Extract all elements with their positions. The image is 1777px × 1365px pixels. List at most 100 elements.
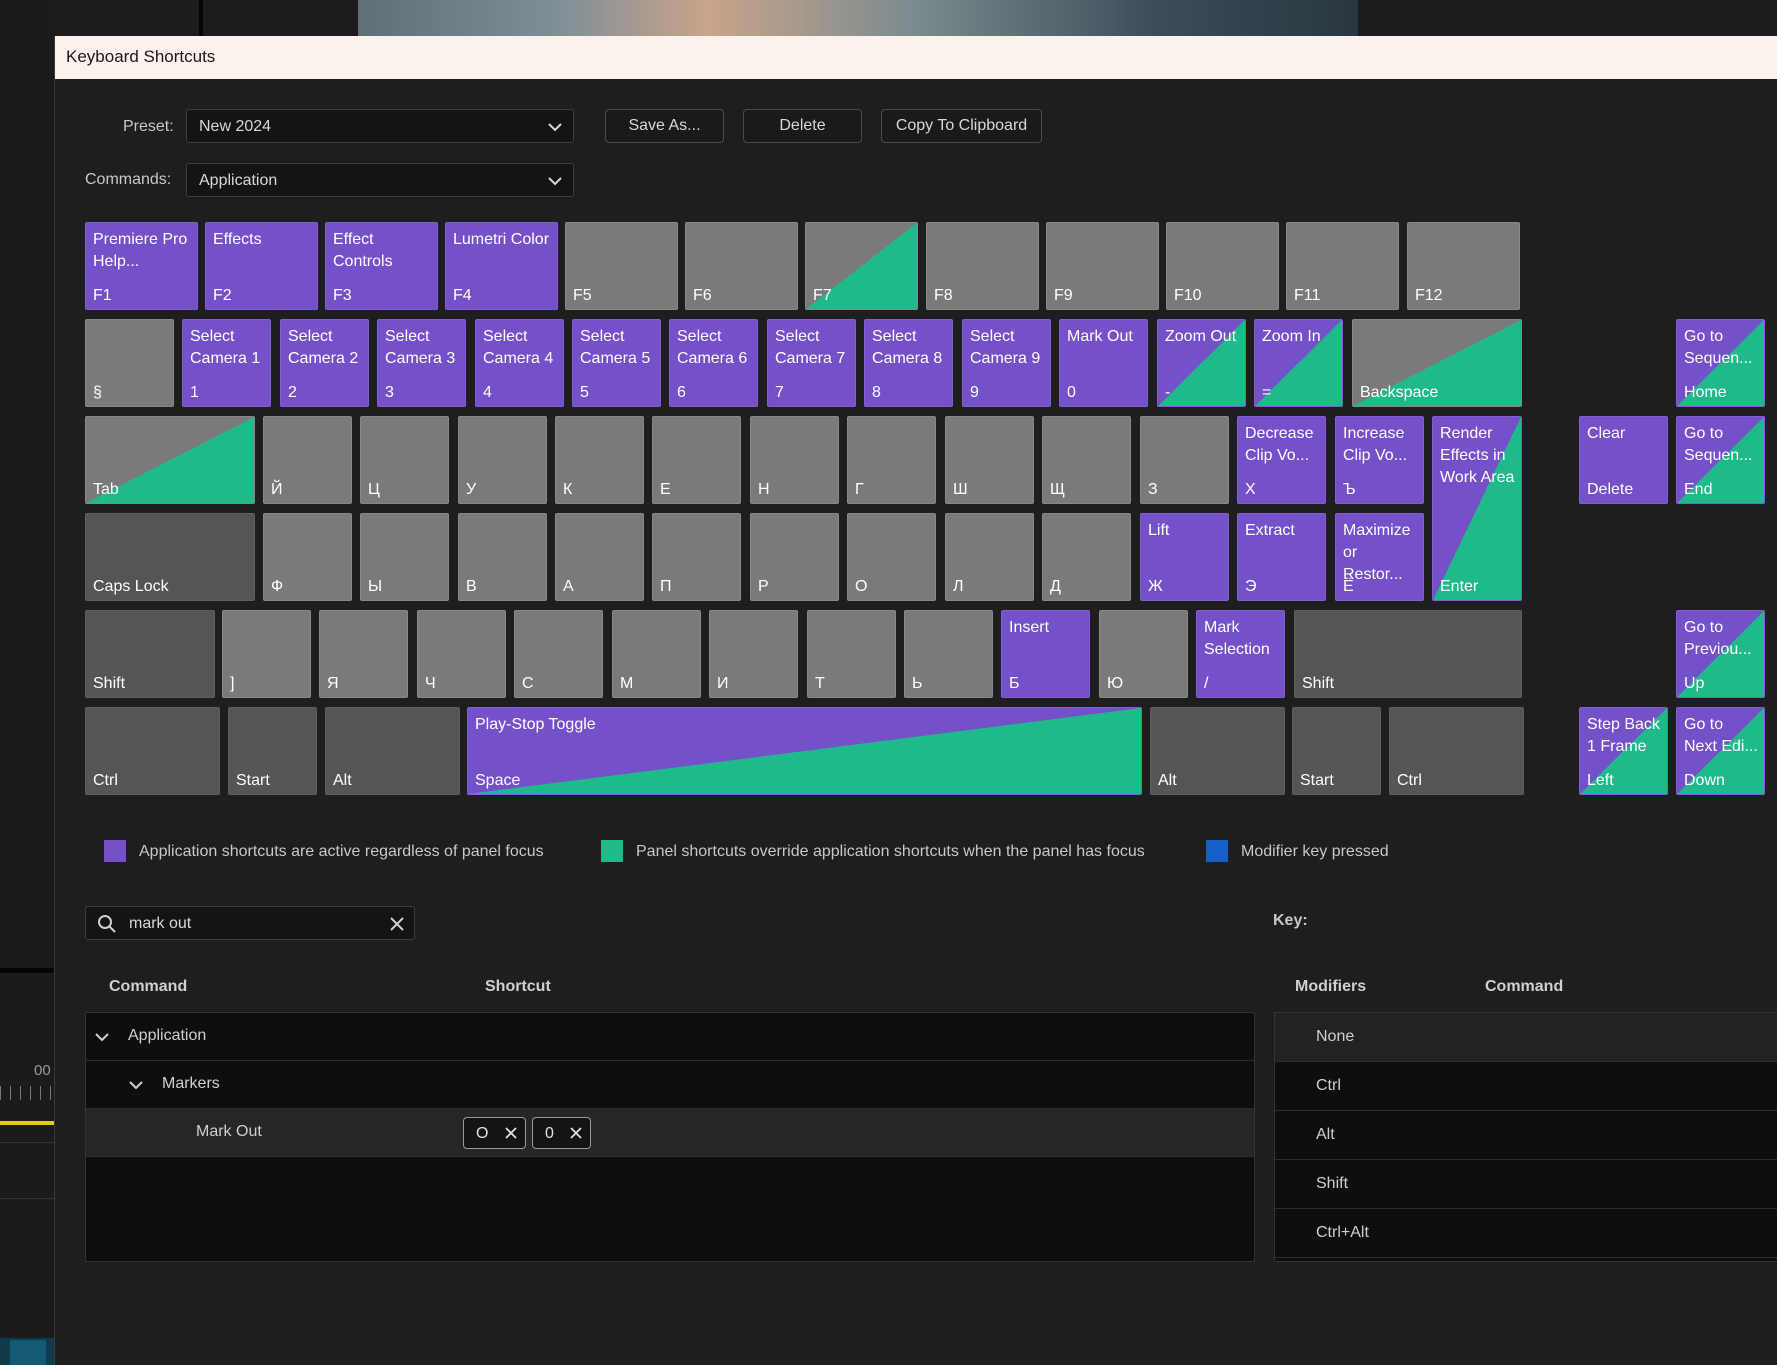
key-ralt[interactable]: Alt (1150, 707, 1285, 795)
modifier-row[interactable]: Shift (1275, 1160, 1777, 1209)
key-f7[interactable]: F7 (805, 222, 918, 310)
key-k-hard[interactable]: Increase Clip Vo... Ъ (1335, 416, 1424, 504)
key-clear[interactable]: Clear Delete (1579, 416, 1668, 504)
key-k-b[interactable]: Insert Б (1001, 610, 1090, 698)
key-k-m[interactable]: М (612, 610, 701, 698)
shortcut-chip[interactable]: 0 (532, 1117, 591, 1149)
key-d9[interactable]: Select Camera 9 9 (962, 319, 1051, 407)
key-f11[interactable]: F11 (1286, 222, 1399, 310)
key-k-i[interactable]: И (709, 610, 798, 698)
key-k-a[interactable]: А (555, 513, 644, 601)
key-d1[interactable]: Select Camera 1 1 (182, 319, 271, 407)
key-d8[interactable]: Select Camera 8 8 (864, 319, 953, 407)
key-k-ch[interactable]: Ч (417, 610, 506, 698)
save-as-button[interactable]: Save As... (605, 109, 724, 143)
key-k-d[interactable]: Д (1042, 513, 1131, 601)
key-home[interactable]: Go to Sequen... Home (1676, 319, 1765, 407)
key-d2[interactable]: Select Camera 2 2 (280, 319, 369, 407)
remove-shortcut-icon[interactable] (570, 1127, 582, 1139)
key-d6[interactable]: Select Camera 6 6 (669, 319, 758, 407)
key-k-n[interactable]: Н (750, 416, 839, 504)
key-f8[interactable]: F8 (926, 222, 1039, 310)
key-rstart[interactable]: Start (1292, 707, 1381, 795)
search-field[interactable]: mark out (85, 906, 415, 940)
key-equal[interactable]: Zoom In = (1254, 319, 1343, 407)
key-f10[interactable]: F10 (1166, 222, 1279, 310)
preset-dropdown[interactable]: New 2024 (186, 109, 574, 143)
column-header-modifiers[interactable]: Modifiers (1295, 978, 1366, 996)
key-k-l[interactable]: Л (945, 513, 1034, 601)
key-f6[interactable]: F6 (685, 222, 798, 310)
key-d7[interactable]: Select Camera 7 7 (767, 319, 856, 407)
chevron-down-icon[interactable] (128, 1077, 144, 1093)
table-row-application[interactable]: Application (86, 1013, 1254, 1061)
key-k-k[interactable]: К (555, 416, 644, 504)
key-k-kh[interactable]: Decrease Clip Vo... Х (1237, 416, 1326, 504)
key-rshift[interactable]: Shift (1294, 610, 1522, 698)
chevron-down-icon[interactable] (94, 1029, 110, 1045)
key-tab[interactable]: Tab (85, 416, 255, 504)
key-k-shch[interactable]: Щ (1042, 416, 1131, 504)
key-backspace[interactable]: Backspace (1352, 319, 1522, 407)
key-slash[interactable]: Mark Selection / (1196, 610, 1285, 698)
key-k-soft[interactable]: Ь (904, 610, 993, 698)
key-k-yu[interactable]: Ю (1099, 610, 1188, 698)
key-enter[interactable]: Render Effects in Work Area Enter (1432, 416, 1522, 601)
key-space[interactable]: Play-Stop Toggle Space (467, 707, 1142, 795)
key-k-o[interactable]: О (847, 513, 936, 601)
column-header-command[interactable]: Command (109, 978, 187, 996)
key-lctrl[interactable]: Ctrl (85, 707, 220, 795)
key-rctrl[interactable]: Ctrl (1389, 707, 1524, 795)
key-k-s[interactable]: С (514, 610, 603, 698)
key-k-t[interactable]: Т (807, 610, 896, 698)
key-section[interactable]: § (85, 319, 174, 407)
modifier-row[interactable]: Ctrl+Alt (1275, 1209, 1777, 1258)
key-f4[interactable]: Lumetri Color F4 (445, 222, 558, 310)
key-left[interactable]: Step Back 1 Frame Left (1579, 707, 1668, 795)
key-k-z[interactable]: З (1140, 416, 1229, 504)
key-k-v[interactable]: В (458, 513, 547, 601)
key-k-g[interactable]: Г (847, 416, 936, 504)
key-end[interactable]: Go to Sequen... End (1676, 416, 1765, 504)
column-header-key-command[interactable]: Command (1485, 978, 1563, 996)
key-k-e[interactable]: Е (652, 416, 741, 504)
key-k-yy[interactable]: Ы (360, 513, 449, 601)
key-k-ya[interactable]: Я (319, 610, 408, 698)
key-f3[interactable]: Effect Controls F3 (325, 222, 438, 310)
key-capslock[interactable]: Caps Lock (85, 513, 255, 601)
key-d3[interactable]: Select Camera 3 3 (377, 319, 466, 407)
shortcut-chip[interactable]: O (463, 1117, 526, 1149)
delete-button[interactable]: Delete (743, 109, 862, 143)
key-k-sh[interactable]: Ш (945, 416, 1034, 504)
modifier-row[interactable]: Alt (1275, 1111, 1777, 1160)
key-lstart[interactable]: Start (228, 707, 317, 795)
table-row-mark-out[interactable]: Mark Out O 0 (86, 1109, 1254, 1157)
key-k-yo[interactable]: Maximize or Restor... Ё (1335, 513, 1424, 601)
key-k-zh[interactable]: Lift Ж (1140, 513, 1229, 601)
key-minus[interactable]: Zoom Out - (1157, 319, 1246, 407)
key-f2[interactable]: Effects F2 (205, 222, 318, 310)
clear-search-icon[interactable] (390, 917, 404, 931)
key-lshift[interactable]: Shift (85, 610, 215, 698)
column-header-shortcut[interactable]: Shortcut (485, 978, 551, 996)
key-d0[interactable]: Mark Out 0 (1059, 319, 1148, 407)
key-k-u[interactable]: У (458, 416, 547, 504)
key-k-f[interactable]: Ф (263, 513, 352, 601)
commands-dropdown[interactable]: Application (186, 163, 574, 197)
key-lalt[interactable]: Alt (325, 707, 460, 795)
key-k-p[interactable]: П (652, 513, 741, 601)
key-d5[interactable]: Select Camera 5 5 (572, 319, 661, 407)
key-f12[interactable]: F12 (1407, 222, 1520, 310)
key-d4[interactable]: Select Camera 4 4 (475, 319, 564, 407)
remove-shortcut-icon[interactable] (505, 1127, 517, 1139)
table-row-markers[interactable]: Markers (86, 1061, 1254, 1109)
key-f1[interactable]: Premiere Pro Help... F1 (85, 222, 198, 310)
search-input[interactable]: mark out (129, 915, 191, 933)
key-f9[interactable]: F9 (1046, 222, 1159, 310)
key-k-r[interactable]: Р (750, 513, 839, 601)
copy-to-clipboard-button[interactable]: Copy To Clipboard (881, 109, 1042, 143)
key-down[interactable]: Go to Next Edi... Down (1676, 707, 1765, 795)
key-bracket[interactable]: ] (222, 610, 311, 698)
modifier-row[interactable]: None (1275, 1013, 1777, 1062)
key-up[interactable]: Go to Previou... Up (1676, 610, 1765, 698)
